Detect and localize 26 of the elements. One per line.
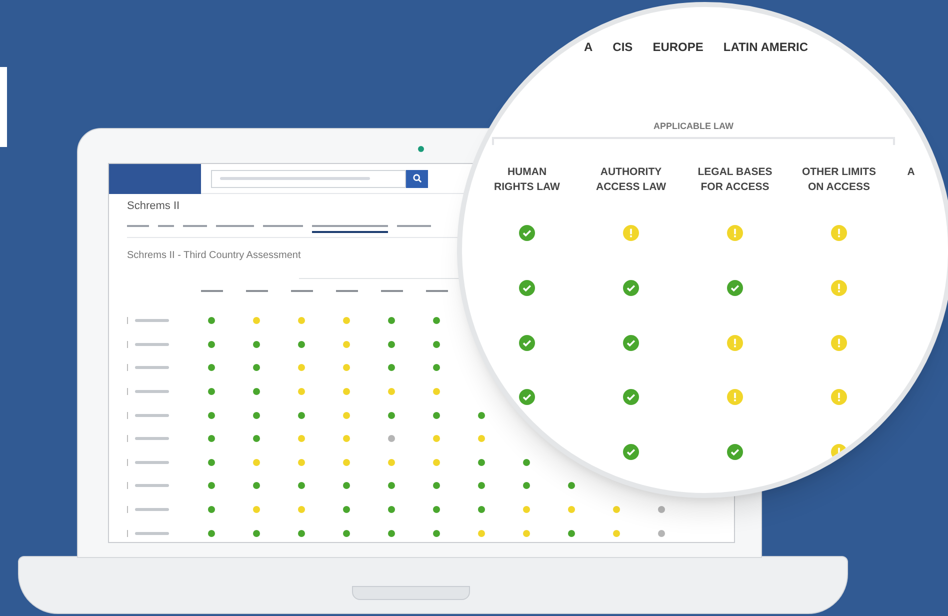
search-button[interactable] [406, 170, 428, 188]
column-header: LEGAL BASES FOR ACCESS [698, 165, 772, 195]
row-label-bar [135, 508, 169, 512]
row-label-bar [135, 390, 169, 394]
region-tab[interactable]: A [584, 38, 593, 56]
section-title: Schrems II - Third Country Assessment [127, 249, 302, 263]
column-header: OTHER LIMITS ON ACCESS [802, 165, 876, 195]
group-label: APPLICABLE LAW [652, 120, 734, 133]
row-label-bar [135, 484, 169, 488]
row-label-bar [135, 342, 169, 346]
region-tab[interactable]: CIS [612, 38, 633, 56]
region-tab[interactable]: EUROPE [652, 38, 704, 56]
row-label-bar [135, 414, 169, 417]
column-header: AUTHORITY ACCESS LAW [596, 165, 666, 195]
column-header: HUMAN RIGHTS LAW [494, 165, 560, 195]
page-title: Schrems II [127, 199, 181, 214]
row-label-bar [135, 460, 169, 464]
search-field[interactable] [211, 170, 406, 188]
region-tab[interactable]: LATIN AMERIC [723, 38, 808, 56]
row-label-bar [135, 319, 169, 322]
row-label-bar [135, 366, 169, 370]
tab[interactable] [312, 222, 388, 233]
row-label-bar [135, 532, 169, 535]
search-icon [412, 174, 422, 183]
row-label-bar [135, 437, 169, 440]
column-header: A [907, 165, 915, 180]
